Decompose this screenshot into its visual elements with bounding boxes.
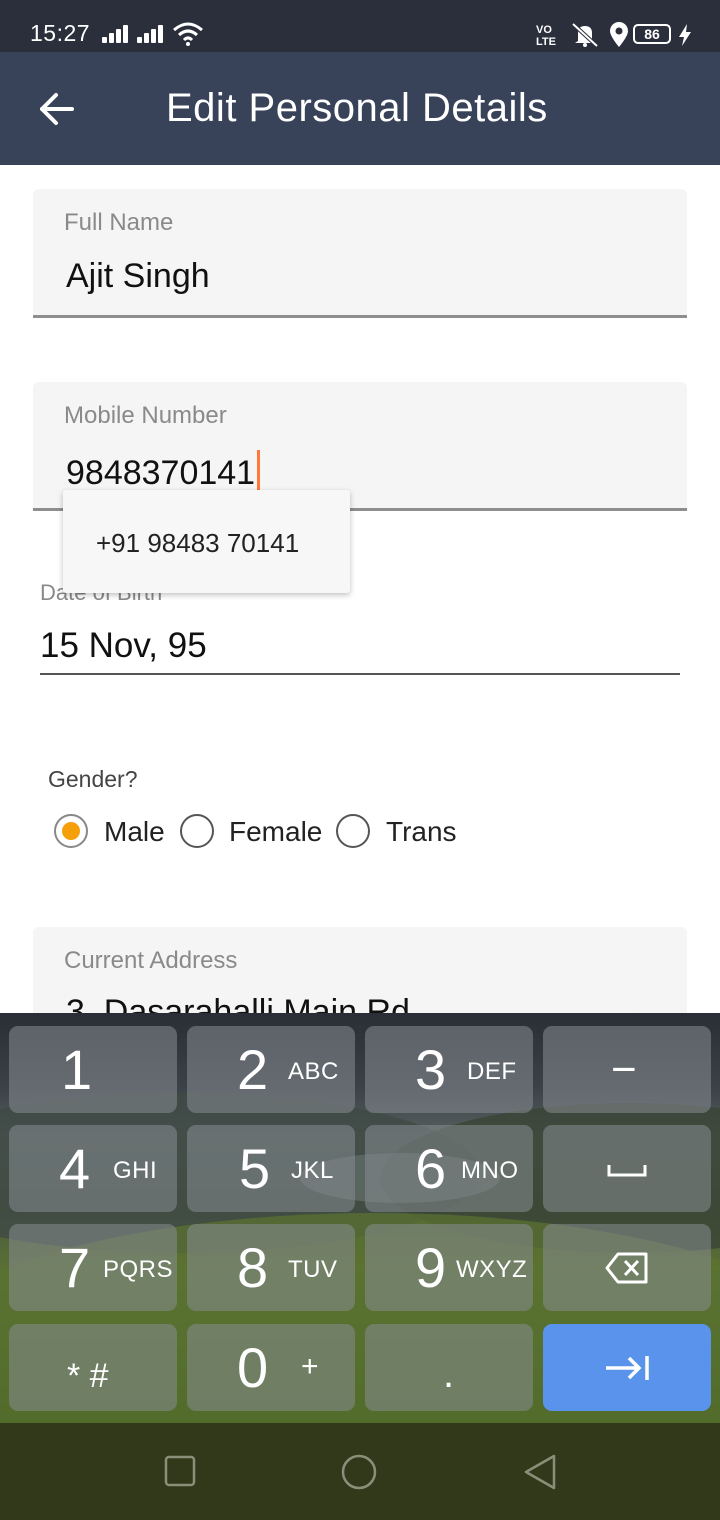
key-8-letters: TUV	[288, 1256, 338, 1283]
key-0-plus: +	[301, 1350, 320, 1383]
text-caret	[257, 450, 261, 490]
key-7-label: 7	[59, 1236, 91, 1299]
key-4[interactable]: 4 GHI	[9, 1125, 177, 1212]
star-hash-key-label: * #	[67, 1357, 109, 1395]
key-3-label: 3	[415, 1038, 447, 1101]
svg-text:VO: VO	[536, 24, 552, 36]
key-8-label: 8	[237, 1236, 269, 1299]
key-6-letters: MNO	[461, 1157, 519, 1184]
mobile-number-input[interactable]: 9848370141	[66, 450, 261, 493]
next-key[interactable]	[543, 1324, 711, 1411]
key-9[interactable]: 9 WXYZ	[365, 1224, 533, 1311]
star-hash-key[interactable]: * #	[9, 1324, 177, 1411]
dob-value[interactable]: 15 Nov, 95	[40, 626, 207, 666]
key-3[interactable]: 3 DEF	[365, 1026, 533, 1113]
key-0-label: 0	[237, 1336, 269, 1399]
signal-icon	[102, 25, 132, 43]
key-5-letters: JKL	[291, 1157, 334, 1184]
mobile-number-value: 9848370141	[66, 454, 256, 492]
autocomplete-suggestion-text: +91 98483 70141	[96, 528, 300, 558]
key-9-label: 9	[415, 1236, 447, 1299]
full-name-label: Full Name	[64, 209, 174, 236]
mobile-number-label: Mobile Number	[64, 402, 227, 429]
key-9-letters: WXYZ	[456, 1256, 528, 1283]
numeric-keyboard: 1 2 ABC 3 DEF − 4 GHI 5 JKL 6 MNO 7 PQRS…	[0, 1013, 720, 1423]
volte-icon: VO LTE	[536, 24, 556, 47]
key-4-label: 4	[59, 1137, 91, 1200]
key-2-letters: ABC	[288, 1058, 339, 1085]
page-title: Edit Personal Details	[166, 86, 548, 130]
signal-icon	[137, 25, 167, 43]
key-7-letters: PQRS	[103, 1256, 174, 1283]
key-5[interactable]: 5 JKL	[187, 1125, 355, 1212]
charging-icon	[679, 24, 691, 46]
key-6[interactable]: 6 MNO	[365, 1125, 533, 1212]
full-name-field[interactable]: Full Name Ajit Singh	[33, 189, 687, 318]
autocomplete-suggestion[interactable]: +91 98483 70141	[63, 490, 350, 593]
backspace-key[interactable]	[543, 1224, 711, 1311]
backspace-icon	[605, 1252, 648, 1284]
key-5-label: 5	[239, 1137, 271, 1200]
period-key-label: .	[443, 1352, 455, 1396]
tab-next-icon	[606, 1356, 649, 1380]
field-underline	[33, 315, 687, 318]
key-2[interactable]: 2 ABC	[187, 1026, 355, 1113]
gender-option-male-label[interactable]: Male	[104, 816, 165, 848]
key-7[interactable]: 7 PQRS	[9, 1224, 177, 1311]
status-bar: 15:27 VO LTE 86	[0, 0, 720, 52]
triangle-back-icon[interactable]	[522, 1453, 558, 1491]
app-bar: Edit Personal Details	[0, 52, 720, 165]
full-name-value: Ajit Singh	[66, 257, 210, 295]
key-4-letters: GHI	[113, 1157, 158, 1184]
wifi-icon	[173, 22, 203, 46]
key-0[interactable]: 0 +	[187, 1324, 355, 1411]
gender-radio-trans[interactable]	[336, 814, 370, 848]
gender-option-female-label[interactable]: Female	[229, 816, 322, 848]
key-6-label: 6	[415, 1137, 447, 1200]
space-key[interactable]	[543, 1125, 711, 1212]
minus-key-label: −	[611, 1045, 637, 1094]
location-icon	[610, 22, 628, 47]
period-key[interactable]: .	[365, 1324, 533, 1411]
minus-key[interactable]: −	[543, 1026, 711, 1113]
dob-underline	[40, 673, 680, 675]
gender-option-trans-label[interactable]: Trans	[386, 816, 457, 848]
square-recents-icon[interactable]	[164, 1455, 196, 1487]
svg-text:LTE: LTE	[536, 36, 556, 47]
mute-icon	[571, 22, 599, 48]
key-2-label: 2	[237, 1038, 269, 1101]
gender-radio-female[interactable]	[180, 814, 214, 848]
key-1-label: 1	[61, 1038, 93, 1101]
circle-home-icon[interactable]	[340, 1453, 378, 1491]
back-arrow-icon[interactable]	[30, 82, 84, 136]
current-address-label: Current Address	[64, 947, 238, 974]
battery-icon: 86	[633, 24, 671, 44]
navigation-bar	[0, 1423, 720, 1520]
key-8[interactable]: 8 TUV	[187, 1224, 355, 1311]
key-3-letters: DEF	[467, 1058, 517, 1085]
gender-label: Gender?	[48, 766, 138, 792]
status-time: 15:27	[30, 20, 91, 46]
key-1[interactable]: 1	[9, 1026, 177, 1113]
gender-radio-male[interactable]	[54, 814, 88, 848]
space-icon	[607, 1165, 647, 1177]
